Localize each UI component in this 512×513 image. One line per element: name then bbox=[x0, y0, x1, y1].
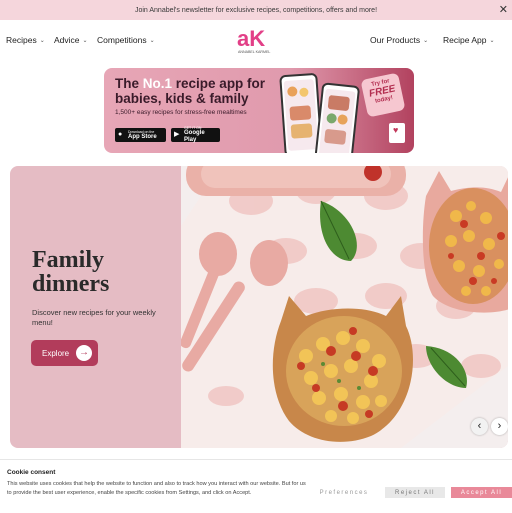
hero-image bbox=[181, 166, 508, 448]
app-promo-banner[interactable]: The No.1 recipe app for babies, kids & f… bbox=[104, 68, 414, 153]
heart-icon: ♥ bbox=[393, 125, 399, 135]
store-big-text: App Store bbox=[128, 133, 157, 140]
cookie-title: Cookie consent bbox=[7, 469, 56, 476]
nav-label: Our Products bbox=[370, 35, 421, 45]
app-banner-title: The No.1 recipe app for babies, kids & f… bbox=[115, 76, 305, 106]
nav-label: Competitions bbox=[97, 35, 147, 45]
phone-mockup bbox=[313, 82, 361, 153]
announcement-bar: Join Annabel's newsletter for exclusive … bbox=[0, 0, 512, 20]
cookie-accept-button[interactable]: Accept All bbox=[451, 487, 512, 498]
carousel-next-button[interactable]: › bbox=[491, 418, 508, 435]
nav-label: Recipes bbox=[6, 35, 37, 45]
cookie-text: This website uses cookies that help the … bbox=[7, 481, 306, 496]
logo-subtitle: ANNABEL KARMEL bbox=[238, 50, 270, 54]
chevron-down-icon: ⌄ bbox=[149, 37, 155, 44]
hero-title-line: Family bbox=[32, 247, 104, 273]
cookie-reject-button[interactable]: Reject All bbox=[385, 487, 445, 498]
close-icon[interactable]: ✕ bbox=[499, 4, 508, 16]
main-nav: Recipes ⌄ Advice ⌄ Competitions ⌄ aK ANN… bbox=[0, 20, 512, 60]
app-banner-subtitle: 1,500+ easy recipes for stress-free meal… bbox=[115, 109, 247, 116]
title-highlight: No.1 bbox=[142, 76, 173, 91]
nav-item-advice[interactable]: Advice ⌄ bbox=[54, 35, 88, 45]
app-store-button[interactable]: ● Download on the App Store bbox=[115, 128, 166, 142]
apple-icon: ● bbox=[118, 131, 123, 138]
nav-item-recipes[interactable]: Recipes ⌄ bbox=[6, 35, 45, 45]
chevron-down-icon: ⌄ bbox=[423, 37, 429, 44]
chevron-down-icon: ⌄ bbox=[39, 37, 45, 44]
nav-item-recipe-app[interactable]: Recipe App ⌄ bbox=[443, 35, 495, 45]
hero-title-line: dinners bbox=[32, 271, 110, 297]
nav-item-our-products[interactable]: Our Products ⌄ bbox=[370, 35, 428, 45]
play-icon: ▶ bbox=[174, 131, 180, 138]
cookie-preferences-button[interactable]: Preferences bbox=[311, 487, 377, 498]
nav-label: Advice bbox=[54, 35, 80, 45]
free-trial-badge: Try for FREE today! bbox=[360, 72, 406, 118]
award-badge: ♥ bbox=[389, 123, 405, 143]
google-play-button[interactable]: ▶ GET IT ON Google Play bbox=[171, 126, 220, 143]
logo-mark: aK bbox=[237, 27, 265, 51]
explore-button[interactable]: Explore → bbox=[31, 340, 98, 366]
cookie-consent-banner: Cookie consent This website uses cookies… bbox=[0, 459, 512, 513]
nav-item-competitions[interactable]: Competitions ⌄ bbox=[97, 35, 155, 45]
chevron-down-icon: ⌄ bbox=[82, 37, 88, 44]
logo[interactable]: aK ANNABEL KARMEL bbox=[236, 27, 276, 55]
announcement-text[interactable]: Join Annabel's newsletter for exclusive … bbox=[135, 7, 377, 14]
title-part: The bbox=[115, 76, 143, 91]
carousel-prev-button[interactable]: ‹ bbox=[471, 418, 488, 435]
chevron-down-icon: ⌄ bbox=[489, 37, 495, 44]
nav-label: Recipe App bbox=[443, 35, 487, 45]
arrow-right-icon: → bbox=[76, 345, 92, 361]
hero-carousel: Family dinners Discover new recipes for … bbox=[10, 166, 508, 448]
hero-description: Discover new recipes for your weekly men… bbox=[32, 308, 156, 327]
hero-title: Family dinners bbox=[32, 248, 109, 296]
explore-label: Explore bbox=[42, 348, 70, 358]
store-big-text: Google Play bbox=[184, 130, 205, 143]
